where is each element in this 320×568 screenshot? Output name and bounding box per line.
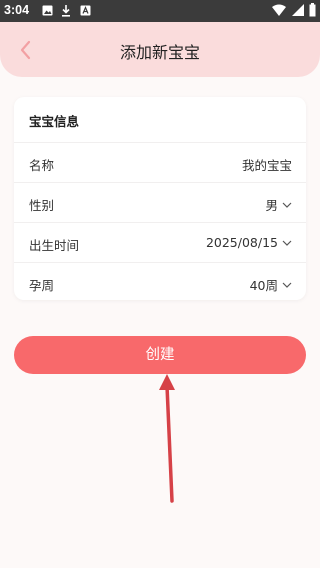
gestational-week-value: 40周 <box>249 278 278 293</box>
battery-icon <box>309 3 316 17</box>
name-value[interactable]: 我的宝宝 <box>242 155 292 174</box>
chevron-down-icon <box>282 240 292 246</box>
chevron-down-icon <box>282 202 292 208</box>
card-title: 宝宝信息 <box>29 114 80 129</box>
name-label: 名称 <box>29 158 55 173</box>
status-time: 3:04 <box>4 3 30 17</box>
create-button[interactable]: 创建 <box>14 336 306 374</box>
gender-row[interactable]: 性别 男 <box>14 182 306 223</box>
status-bar: 3:04 <box>0 0 320 22</box>
annotation-arrow-icon <box>159 374 175 503</box>
gender-label: 性别 <box>29 198 55 213</box>
gender-select[interactable]: 男 <box>265 195 292 214</box>
gender-value: 男 <box>265 198 278 213</box>
gestational-week-row[interactable]: 孕周 40周 <box>14 262 306 303</box>
gestational-week-label: 孕周 <box>29 278 55 293</box>
birth-time-label: 出生时间 <box>29 238 80 253</box>
gestational-week-select[interactable]: 40周 <box>250 275 292 294</box>
name-row[interactable]: 名称 我的宝宝 <box>14 142 306 183</box>
download-icon <box>62 5 70 17</box>
birth-time-row[interactable]: 出生时间 2025/08/15 <box>14 222 306 263</box>
signal-icon <box>292 4 304 16</box>
name-value-text: 我的宝宝 <box>241 158 292 173</box>
header: 添加新宝宝 <box>0 22 320 77</box>
wifi-icon <box>272 4 286 16</box>
birth-time-select[interactable]: 2025/08/15 <box>206 235 292 250</box>
image-icon <box>42 5 53 16</box>
baby-info-card: 宝宝信息 名称 我的宝宝 性别 男 出生时间 2025/08/15 孕周 40周 <box>14 97 306 300</box>
chevron-down-icon <box>282 282 292 288</box>
birth-time-value: 2025/08/15 <box>205 235 278 250</box>
a-icon <box>80 5 91 16</box>
page-title: 添加新宝宝 <box>119 43 200 62</box>
